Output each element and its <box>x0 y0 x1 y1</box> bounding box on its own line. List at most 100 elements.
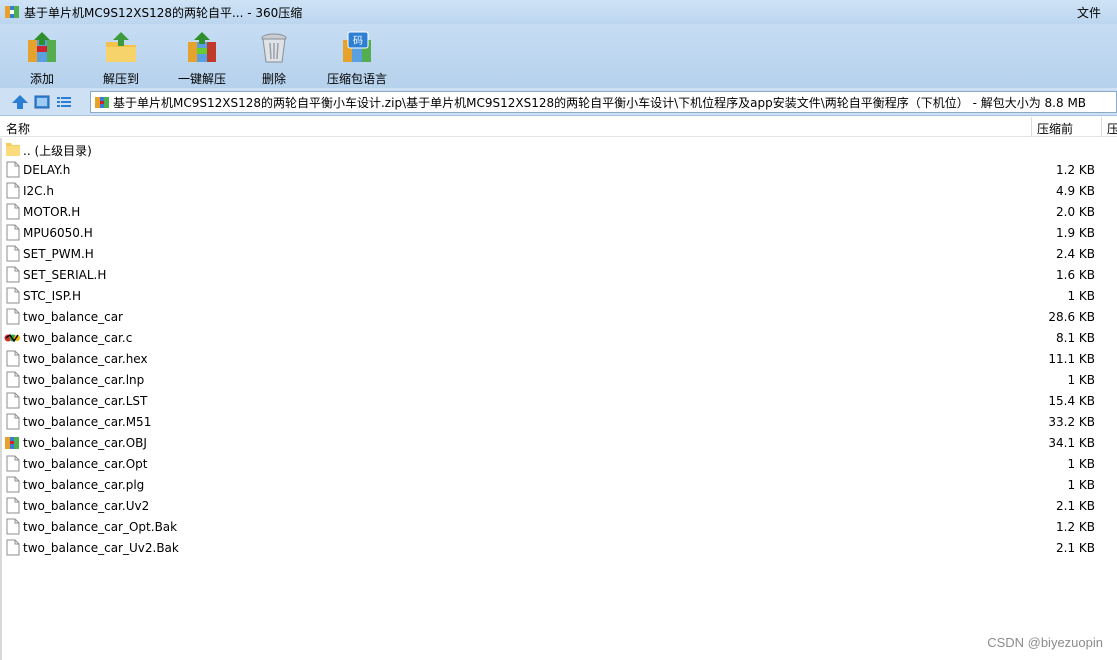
file-icon <box>6 476 20 493</box>
file-row[interactable]: two_balance_car.LST 15.4 KB <box>0 390 1117 411</box>
file-name: two_balance_car_Opt.Bak <box>23 520 178 534</box>
file-size: 1.9 KB <box>1056 226 1095 240</box>
extract-to-button[interactable]: 解压到 <box>96 24 146 88</box>
file-row[interactable]: .. (上级目录) <box>0 138 1117 159</box>
archive-language-icon: 码 <box>343 31 371 62</box>
file-icon <box>6 203 20 220</box>
file-name: two_balance_car.OBJ <box>23 436 147 450</box>
column-header: 名称 压缩前 压 <box>0 117 1117 137</box>
file-row[interactable]: MPU6050.H 1.9 KB <box>0 222 1117 243</box>
folder-icon <box>6 140 20 157</box>
archive-icon <box>95 97 109 108</box>
file-size: 2.0 KB <box>1056 205 1095 219</box>
file-row[interactable]: I2C.h 4.9 KB <box>0 180 1117 201</box>
one-click-extract-icon <box>188 32 216 62</box>
file-name: two_balance_car.hex <box>23 352 148 366</box>
file-size: 1 KB <box>1067 478 1095 492</box>
toolbar-label: 删除 <box>261 72 286 86</box>
column-size[interactable]: 压缩前 <box>1037 120 1073 137</box>
file-name: MOTOR.H <box>23 205 81 219</box>
file-size: 1 KB <box>1067 289 1095 303</box>
file-size: 1.2 KB <box>1056 163 1095 177</box>
file-row[interactable]: two_balance_car 28.6 KB <box>0 306 1117 327</box>
file-icon <box>6 287 20 304</box>
file-row[interactable]: two_balance_car.M51 33.2 KB <box>0 411 1117 432</box>
file-icon <box>6 518 20 535</box>
toolbar-label: 添加 <box>29 72 54 86</box>
toolbar-label: 一键解压 <box>177 72 226 86</box>
file-icon <box>6 392 20 409</box>
add-button[interactable]: 添加 <box>22 24 62 88</box>
file-icon <box>6 161 20 178</box>
column-name[interactable]: 名称 <box>6 120 30 137</box>
file-name: two_balance_car_Uv2.Bak <box>23 541 179 555</box>
file-row[interactable]: two_balance_car_Uv2.Bak 2.1 KB <box>0 537 1117 558</box>
file-size: 2.1 KB <box>1056 499 1095 513</box>
file-icon <box>6 497 20 514</box>
archive-file-icon <box>4 434 20 451</box>
file-row[interactable]: STC_ISP.H 1 KB <box>0 285 1117 306</box>
file-icon <box>6 182 20 199</box>
file-size: 8.1 KB <box>1056 331 1095 345</box>
file-size: 15.4 KB <box>1048 394 1095 408</box>
file-row[interactable]: two_balance_car.Opt 1 KB <box>0 453 1117 474</box>
column-separator[interactable] <box>1031 117 1032 137</box>
archive-app-icon <box>5 6 19 18</box>
archive-language-button[interactable]: 码 压缩包语言 <box>326 24 388 88</box>
file-name: .. (上级目录) <box>23 144 92 158</box>
file-name: two_balance_car.lnp <box>23 373 145 387</box>
up-level-button[interactable] <box>9 91 31 113</box>
file-name: SET_SERIAL.H <box>23 268 107 282</box>
thumbnail-view-button[interactable] <box>31 91 53 113</box>
file-row[interactable]: two_balance_car.Uv2 2.1 KB <box>0 495 1117 516</box>
file-size: 33.2 KB <box>1048 415 1095 429</box>
file-name: two_balance_car.Uv2 <box>23 499 150 513</box>
file-row[interactable]: two_balance_car.lnp 1 KB <box>0 369 1117 390</box>
file-icon <box>6 224 20 241</box>
file-name: I2C.h <box>23 184 54 198</box>
file-name: two_balance_car.LST <box>23 394 148 408</box>
file-icon <box>6 350 20 367</box>
file-size: 1.6 KB <box>1056 268 1095 282</box>
file-icon <box>6 539 20 556</box>
column-separator[interactable] <box>1101 117 1102 137</box>
list-view-button[interactable] <box>53 91 75 113</box>
file-size: 2.4 KB <box>1056 247 1095 261</box>
file-row[interactable]: two_balance_car.OBJ 34.1 KB <box>0 432 1117 453</box>
file-name: two_balance_car.c <box>23 331 133 345</box>
file-name: two_balance_car.Opt <box>23 457 148 471</box>
one-click-extract-button[interactable]: 一键解压 <box>172 24 232 88</box>
toolbar-label: 解压到 <box>102 72 139 86</box>
file-size: 1 KB <box>1067 373 1095 387</box>
file-size: 1 KB <box>1067 457 1095 471</box>
delete-button[interactable]: 删除 <box>254 24 294 88</box>
file-row[interactable]: two_balance_car.plg 1 KB <box>0 474 1117 495</box>
address-path: 基于单片机MC9S12XS128的两轮自平衡小车设计.zip\基于单片机MC9S… <box>113 95 1087 110</box>
file-row[interactable]: two_balance_car.hex 11.1 KB <box>0 348 1117 369</box>
file-name: two_balance_car <box>23 310 123 324</box>
file-row[interactable]: SET_SERIAL.H 1.6 KB <box>0 264 1117 285</box>
toolbar-label: 压缩包语言 <box>326 72 387 86</box>
file-name: SET_PWM.H <box>23 247 94 261</box>
file-row[interactable]: two_balance_car.c 8.1 KB <box>0 327 1117 348</box>
file-size: 11.1 KB <box>1048 352 1095 366</box>
toolbar: 添加 解压到 一键解压 删除 码 压缩包语言 <box>0 24 1117 88</box>
title-bar: 基于单片机MC9S12XS128的两轮自平... - 360压缩 文件 <box>0 0 1117 24</box>
c-source-icon <box>4 329 20 346</box>
file-icon <box>6 245 20 262</box>
file-size: 2.1 KB <box>1056 541 1095 555</box>
file-row[interactable]: MOTOR.H 2.0 KB <box>0 201 1117 222</box>
window-title: 基于单片机MC9S12XS128的两轮自平... - 360压缩 <box>24 5 303 20</box>
file-menu[interactable]: 文件 <box>1077 4 1101 21</box>
file-row[interactable]: two_balance_car_Opt.Bak 1.2 KB <box>0 516 1117 537</box>
view-icon <box>34 95 50 108</box>
column-packed[interactable]: 压 <box>1107 120 1117 137</box>
file-size: 1.2 KB <box>1056 520 1095 534</box>
file-row[interactable]: SET_PWM.H 2.4 KB <box>0 243 1117 264</box>
file-row[interactable]: DELAY.h 1.2 KB <box>0 159 1117 180</box>
file-name: two_balance_car.plg <box>23 478 145 492</box>
file-size: 34.1 KB <box>1048 436 1095 450</box>
file-name: DELAY.h <box>23 163 71 177</box>
delete-icon <box>261 33 287 63</box>
address-field[interactable]: 基于单片机MC9S12XS128的两轮自平衡小车设计.zip\基于单片机MC9S… <box>90 91 1117 113</box>
